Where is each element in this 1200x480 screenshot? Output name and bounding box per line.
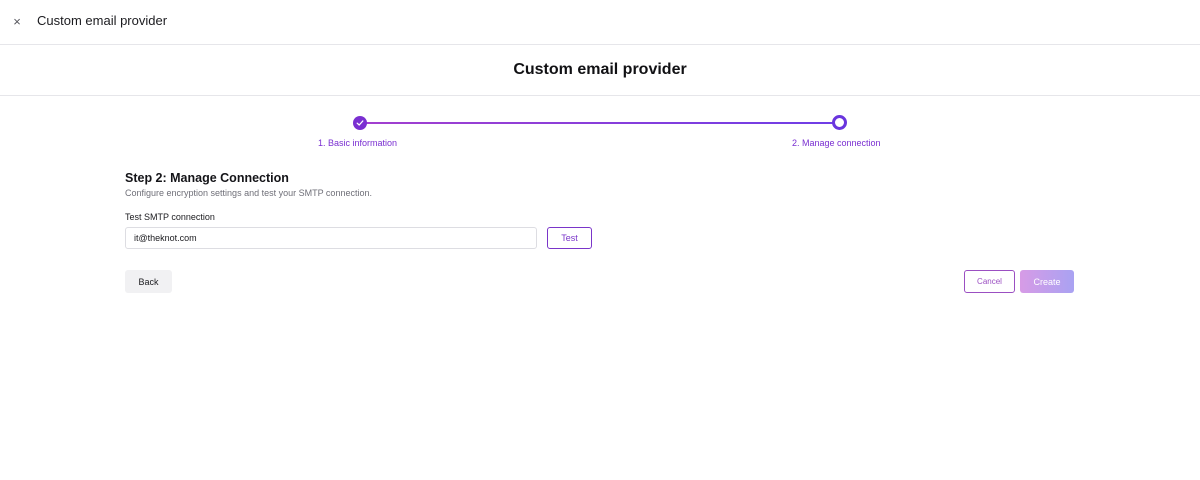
top-bar: × Custom email provider [0,0,1200,45]
smtp-test-email-input[interactable] [125,227,537,249]
create-button[interactable]: Create [1020,270,1074,293]
page-header: Custom email provider [0,45,1200,96]
stepper-progress-line [366,122,833,124]
smtp-test-label: Test SMTP connection [125,212,215,222]
close-icon[interactable]: × [9,13,25,29]
window-title: Custom email provider [37,13,168,28]
back-button[interactable]: Back [125,270,172,293]
step-1-label[interactable]: 1. Basic information [318,138,397,148]
step-1-completed-indicator [353,116,367,130]
page-title: Custom email provider [513,61,687,78]
check-icon [356,120,364,126]
section-description: Configure encryption settings and test y… [125,188,372,198]
test-button[interactable]: Test [547,227,592,249]
step-2-current-indicator [832,115,847,130]
step-2-label: 2. Manage connection [792,138,881,148]
cancel-button[interactable]: Cancel [964,270,1015,293]
section-heading: Step 2: Manage Connection [125,171,289,185]
